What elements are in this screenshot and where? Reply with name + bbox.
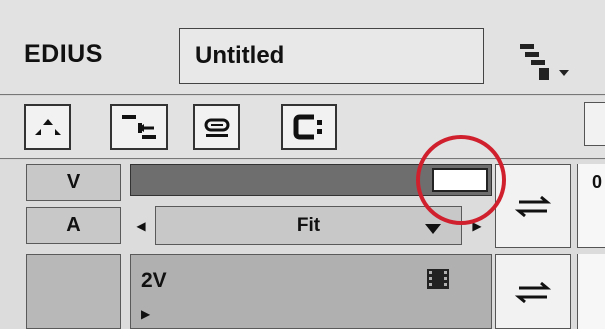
highlight-circle [416, 135, 506, 225]
track-name: 2V [141, 269, 167, 292]
ruler-timecode: 0 [592, 172, 603, 192]
video-channel-button[interactable]: V [26, 164, 121, 201]
zoom-dropdown-arrow-icon [424, 222, 442, 234]
insert-mode-icon [122, 115, 156, 139]
zoom-dropdown[interactable]: Fit [155, 206, 462, 245]
timeline-menu-icon[interactable] [520, 42, 600, 86]
audio-channel-button[interactable]: A [26, 207, 121, 244]
track-header-left [26, 254, 121, 329]
sync-lock-button[interactable] [193, 104, 240, 150]
link-icon [204, 118, 229, 137]
toolbar-right-button[interactable] [584, 102, 605, 146]
timeline-ruler: 0 [577, 164, 605, 248]
zoom-left-arrow-icon[interactable]: ◀ [128, 208, 154, 244]
expand-track-icon[interactable]: ▶ [141, 307, 150, 321]
project-title-field[interactable]: Untitled [179, 28, 484, 84]
ripple-icon [293, 114, 322, 140]
set-in-out-button[interactable] [24, 104, 71, 150]
zoom-value: Fit [296, 214, 321, 236]
app-logo: EDIUS [24, 40, 103, 68]
timeline-area[interactable] [577, 254, 605, 329]
ripple-mode-button[interactable] [281, 104, 337, 150]
swap-icon [514, 281, 552, 303]
swap-icon [514, 195, 552, 218]
insert-overwrite-mode-button[interactable] [110, 104, 168, 150]
video-track-icon [427, 269, 449, 289]
swap-track-button[interactable] [495, 164, 571, 248]
track-2v[interactable]: 2V ▶ [130, 254, 492, 329]
track-swap-button[interactable] [495, 254, 571, 329]
in-out-icon [34, 119, 61, 135]
